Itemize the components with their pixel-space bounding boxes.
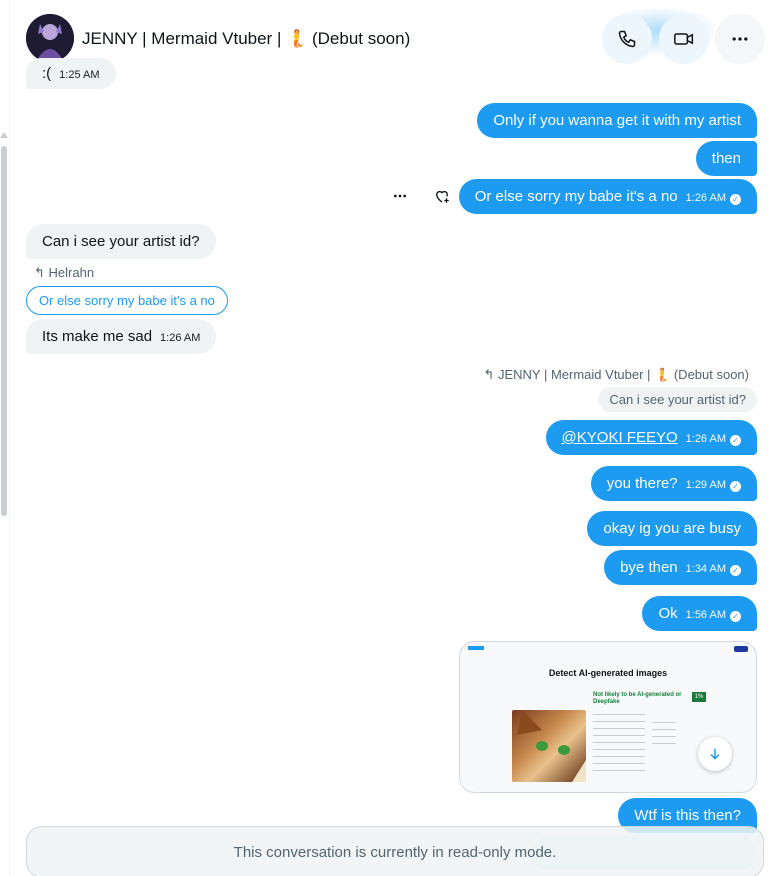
reply-arrow-icon: ↰ bbox=[483, 367, 495, 382]
message-outgoing[interactable]: then bbox=[695, 141, 757, 176]
read-check-icon: ✓ bbox=[730, 611, 741, 622]
message-outgoing[interactable]: you there? 1:29 AM ✓ bbox=[590, 466, 757, 501]
message-outgoing[interactable]: bye then 1:34 AM ✓ bbox=[604, 550, 757, 585]
quoted-message[interactable]: Can i see your artist id? bbox=[598, 387, 757, 412]
screenshot-details bbox=[652, 722, 676, 750]
message-outgoing[interactable]: okay ig you are busy bbox=[587, 511, 757, 546]
message-outgoing[interactable]: @KYOKI FEEYO 1:26 AM ✓ bbox=[545, 420, 757, 455]
message-text: you there? bbox=[606, 475, 678, 492]
message-text: then bbox=[711, 150, 741, 167]
message-time: 1:34 AM bbox=[685, 563, 726, 575]
phone-icon bbox=[618, 30, 636, 48]
screenshot-badge: 1% bbox=[692, 692, 706, 702]
quoted-message[interactable]: Or else sorry my babe it's a no bbox=[26, 286, 228, 315]
message-text: bye then bbox=[620, 559, 678, 576]
message-text: Ok bbox=[658, 605, 678, 622]
read-check-icon: ✓ bbox=[730, 565, 741, 576]
message-outgoing[interactable]: Ok 1:56 AM ✓ bbox=[642, 596, 757, 631]
screenshot-title: Detect AI-generated images bbox=[548, 668, 668, 678]
more-icon[interactable] bbox=[390, 186, 410, 206]
message-time: 1:29 AM bbox=[685, 479, 726, 491]
mention-link[interactable]: @KYOKI FEEYO bbox=[562, 429, 678, 446]
message-time: 1:26 AM bbox=[685, 192, 726, 204]
message-incoming[interactable]: Can i see your artist id? bbox=[26, 224, 216, 259]
reply-to-name: JENNY | Mermaid Vtuber | 🧜 (Debut soon) bbox=[497, 367, 749, 382]
message-actions bbox=[390, 186, 452, 206]
more-icon bbox=[732, 37, 748, 41]
message-text: Can i see your artist id? bbox=[42, 233, 200, 250]
message-text: Wtf is this then? bbox=[634, 807, 741, 824]
message-text: Only if you wanna get it with my artist bbox=[493, 112, 741, 129]
read-check-icon: ✓ bbox=[730, 435, 741, 446]
arrow-down-icon bbox=[710, 748, 720, 760]
scroll-up-arrow[interactable] bbox=[0, 132, 8, 138]
read-only-notice: This conversation is currently in read-o… bbox=[26, 826, 764, 876]
left-rail bbox=[0, 0, 10, 876]
scrollbar-thumb[interactable] bbox=[1, 146, 7, 516]
screenshot-headline: Not likely to be AI-generated or Deepfak… bbox=[593, 692, 682, 705]
avatar[interactable] bbox=[26, 14, 74, 62]
message-text: okay ig you are busy bbox=[603, 520, 741, 537]
read-only-text: This conversation is currently in read-o… bbox=[233, 843, 557, 861]
read-check-icon: ✓ bbox=[730, 481, 741, 492]
artwork-thumbnail bbox=[512, 710, 586, 782]
message-text: Its make me sad bbox=[42, 328, 153, 345]
more-options-button[interactable] bbox=[715, 14, 765, 64]
message-time: 1:26 AM bbox=[685, 433, 726, 445]
image-attachment[interactable]: Detect AI-generated images Not likely to… bbox=[459, 641, 757, 793]
message-text: :( bbox=[42, 65, 52, 82]
react-heart-icon[interactable] bbox=[432, 186, 452, 206]
screenshot-navbar bbox=[468, 646, 748, 652]
message-text: Or else sorry my babe it's a no bbox=[474, 188, 678, 205]
call-button[interactable] bbox=[602, 14, 652, 64]
message-time: 1:56 AM bbox=[685, 609, 726, 621]
download-button[interactable] bbox=[698, 737, 732, 771]
screenshot-details bbox=[593, 714, 645, 777]
message-time: 1:25 AM bbox=[59, 69, 100, 81]
video-call-button[interactable] bbox=[659, 14, 709, 64]
message-outgoing[interactable]: Only if you wanna get it with my artist bbox=[477, 103, 757, 138]
message-incoming[interactable]: :( 1:25 AM bbox=[26, 58, 116, 89]
message-incoming[interactable]: Its make me sad 1:26 AM bbox=[26, 319, 217, 354]
message-time: 1:26 AM bbox=[160, 332, 201, 344]
conversation-header: JENNY | Mermaid Vtuber | 🧜 (Debut soon) bbox=[10, 0, 768, 66]
read-check-icon: ✓ bbox=[730, 194, 741, 205]
reply-arrow-icon: ↰ bbox=[34, 265, 45, 280]
message-outgoing[interactable]: Or else sorry my babe it's a no 1:26 AM ✓ bbox=[458, 179, 757, 214]
reply-reference: ↰ JENNY | Mermaid Vtuber | 🧜 (Debut soon… bbox=[483, 367, 749, 383]
reply-reference: ↰ Helrahn bbox=[34, 265, 94, 281]
contact-name[interactable]: JENNY | Mermaid Vtuber | 🧜 (Debut soon) bbox=[82, 29, 410, 49]
video-icon bbox=[674, 33, 694, 45]
reply-to-name: Helrahn bbox=[48, 265, 95, 280]
